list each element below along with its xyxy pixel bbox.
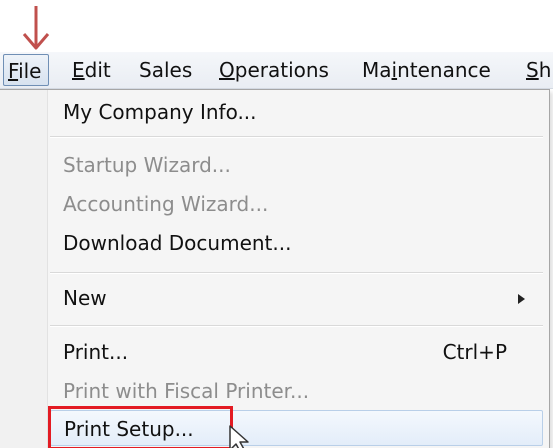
menu-maintenance-label-b: ntenance (397, 58, 491, 82)
menu-item-label: Accounting Wizard... (63, 192, 269, 216)
menu-item-startup-wizard: Startup Wizard... (50, 147, 543, 183)
menu-maintenance-label-a: Ma (362, 58, 392, 82)
menu-sh-label-rest: h (538, 58, 552, 82)
menu-item-download-document[interactable]: Download Document... (50, 225, 543, 261)
annotation-highlight-box (48, 406, 233, 448)
menu-icon-gutter (0, 90, 48, 448)
menu-file-label-rest: ile (18, 59, 42, 83)
menu-item-label: Download Document... (63, 231, 292, 255)
menu-edit[interactable]: Edit (72, 54, 111, 86)
menu-item-label: New (63, 286, 107, 310)
menu-separator (50, 136, 543, 138)
menu-item-print[interactable]: Print... Ctrl+P (50, 334, 543, 370)
menu-item-label: Print... (63, 340, 129, 364)
menu-item-shortcut: Ctrl+P (442, 340, 507, 364)
menu-edit-mnemonic: E (72, 58, 85, 82)
menu-edit-label-rest: dit (84, 58, 111, 82)
menu-file[interactable]: File (3, 54, 49, 86)
menu-operations-mnemonic: O (219, 58, 235, 82)
menu-item-label: Startup Wizard... (63, 153, 231, 177)
menu-operations-label-rest: perations (234, 58, 329, 82)
menu-item-print-fiscal: Print with Fiscal Printer... (50, 373, 543, 409)
annotation-arrow-icon (22, 6, 50, 50)
menu-sh[interactable]: Sh (526, 54, 551, 86)
file-menu-dropdown: My Company Info... Startup Wizard... Acc… (0, 89, 550, 448)
menu-maintenance[interactable]: Maintenance (362, 54, 491, 86)
menu-file-mnemonic: F (8, 59, 19, 83)
screenshot-stage: File Edit Sales Operations Maintenance S… (0, 0, 553, 448)
menu-bar: File Edit Sales Operations Maintenance S… (0, 52, 553, 89)
menu-item-label: My Company Info... (63, 100, 257, 124)
mouse-pointer-icon (229, 425, 249, 448)
menu-item-accounting-wizard: Accounting Wizard... (50, 186, 543, 222)
menu-item-my-company-info[interactable]: My Company Info... (50, 94, 543, 130)
menu-sales[interactable]: Sales (139, 54, 192, 86)
menu-item-new[interactable]: New (50, 280, 543, 316)
menu-separator (50, 325, 543, 327)
menu-item-label: Print with Fiscal Printer... (63, 379, 310, 403)
menu-separator (50, 272, 543, 274)
menu-operations[interactable]: Operations (219, 54, 329, 86)
menu-sh-mnemonic: S (526, 58, 539, 82)
submenu-arrow-icon (518, 294, 525, 304)
